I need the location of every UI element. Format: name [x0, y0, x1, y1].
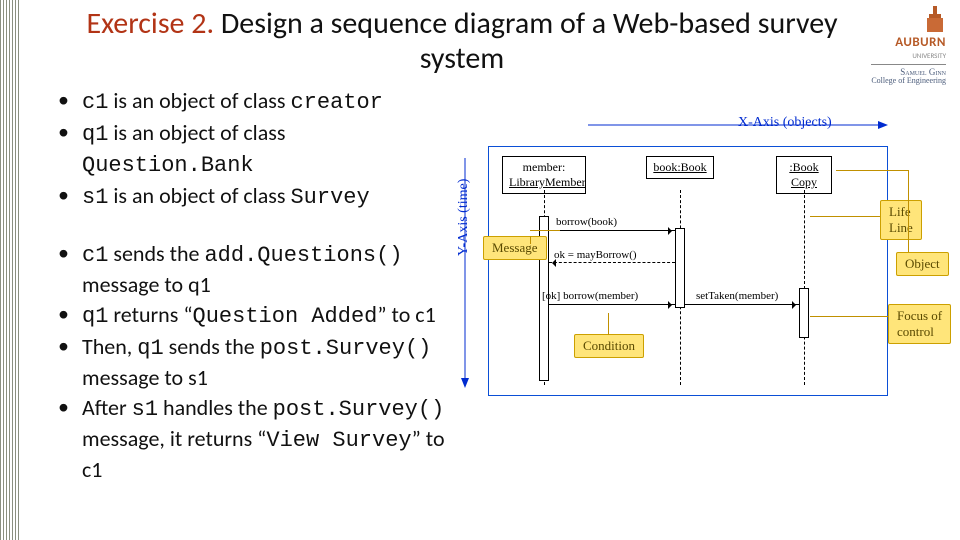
callout-lifeline: LifeLine: [880, 200, 922, 240]
label-may-borrow: ok = mayBorrow(): [554, 249, 637, 261]
bullet-3: s1 is an object of class Survey: [52, 181, 452, 212]
focus-book: [675, 228, 685, 308]
arrow-may-borrow: [549, 262, 675, 263]
y-axis: Y-Axis (time): [458, 158, 472, 393]
slide-title: Exercise 2. Design a sequence diagram of…: [72, 6, 852, 77]
label-borrow-book: borrow(book): [556, 216, 617, 228]
bullet-2: q1 is an object of class Question.Bank: [52, 118, 452, 180]
title-rest: Design a sequence diagram of a Web-based…: [214, 5, 837, 77]
x-axis: X-Axis (objects): [588, 118, 888, 137]
label-borrow-member: [ok] borrow(member): [542, 290, 638, 302]
object-book-copy: :BookCopy: [776, 156, 832, 194]
school-line-2: College of Engineering: [871, 77, 946, 85]
univ-sub: UNIVERSITY: [912, 51, 946, 60]
label-set-taken: setTaken(member): [696, 290, 778, 302]
callout-object: Object: [896, 252, 949, 276]
focus-copy: [799, 288, 809, 338]
sequence-diagram-example: X-Axis (objects) Y-Axis (time) member:Li…: [458, 118, 958, 416]
bullet-1: c1 is an object of class creator: [52, 86, 452, 117]
arrow-set-taken: [685, 304, 799, 305]
bullet-5: q1 returns “Question Added” to c1: [52, 300, 452, 331]
bullet-4: c1 sends the add.Questions() message to …: [52, 239, 452, 299]
arrow-borrow-member: [549, 304, 675, 305]
arrow-borrow-book: [549, 230, 675, 231]
title-prefix: Exercise 2.: [86, 5, 214, 42]
bullet-list: c1 is an object of class creator q1 is a…: [52, 86, 452, 485]
bullet-6: Then, q1 sends the post.Survey() message…: [52, 332, 452, 392]
object-book: book:Book: [646, 156, 714, 179]
callout-condition: Condition: [574, 334, 644, 358]
university-logo: AUBURN UNIVERSITY Samuel Ginn College of…: [871, 4, 946, 86]
object-library-member: member:LibraryMember: [502, 156, 586, 194]
left-stripe-decor: [0, 0, 20, 540]
tower-icon: [924, 4, 946, 32]
callout-message: Message: [483, 236, 547, 260]
univ-name: AUBURN: [871, 35, 946, 50]
callout-focus: Focus ofcontrol: [888, 304, 951, 344]
bullet-7: After s1 handles the post.Survey() messa…: [52, 393, 452, 484]
x-axis-label: X-Axis (objects): [738, 115, 832, 131]
y-axis-label: Y-Axis (time): [456, 179, 472, 256]
